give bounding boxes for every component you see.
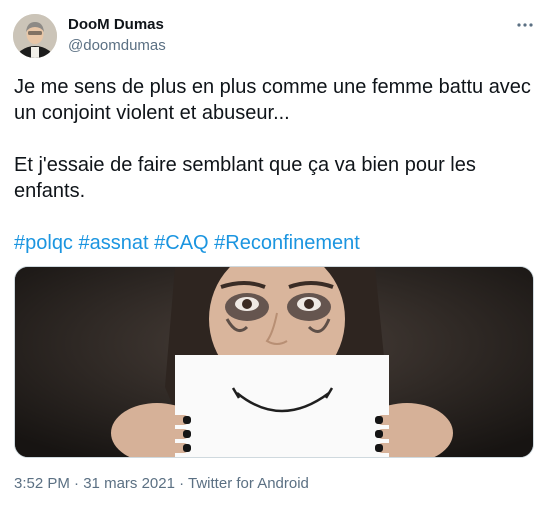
- tweet-photo[interactable]: [14, 266, 534, 458]
- author-display-name[interactable]: DooM Dumas: [68, 16, 164, 33]
- hashtag-link[interactable]: #polqc: [14, 232, 73, 254]
- author-handle[interactable]: @doomdumas: [68, 37, 166, 54]
- tweet-metadata: 3:52 PM · 31 mars 2021 · Twitter for And…: [14, 475, 309, 492]
- tweet-card: DooM Dumas @doomdumas Je me sens de plus…: [0, 0, 550, 508]
- hashtag-link[interactable]: #assnat: [79, 232, 149, 254]
- avatar-image: [13, 14, 57, 58]
- tweet-text: Je me sens de plus en plus comme une fem…: [14, 74, 536, 256]
- tweet-paragraph-1: Je me sens de plus en plus comme une fem…: [14, 76, 531, 124]
- tweet-source[interactable]: Twitter for Android: [188, 475, 309, 492]
- hashtag-link[interactable]: #CAQ: [154, 232, 208, 254]
- hashtag-list: #polqc #assnat #CAQ #Reconfinement: [14, 230, 536, 256]
- avatar[interactable]: [13, 14, 57, 58]
- tweet-time[interactable]: 3:52 PM: [14, 475, 70, 492]
- more-options-button[interactable]: [514, 14, 536, 36]
- tweet-paragraph-2: Et j'essaie de faire semblant que ça va …: [14, 154, 476, 202]
- meta-separator: ·: [69, 475, 84, 492]
- hashtag-link[interactable]: #Reconfinement: [214, 232, 360, 254]
- photo-woman-holding-smile-sign: [15, 267, 533, 457]
- tweet-date[interactable]: 31 mars 2021: [83, 475, 175, 492]
- more-horizontal-icon: [517, 23, 533, 27]
- meta-separator: ·: [174, 475, 189, 492]
